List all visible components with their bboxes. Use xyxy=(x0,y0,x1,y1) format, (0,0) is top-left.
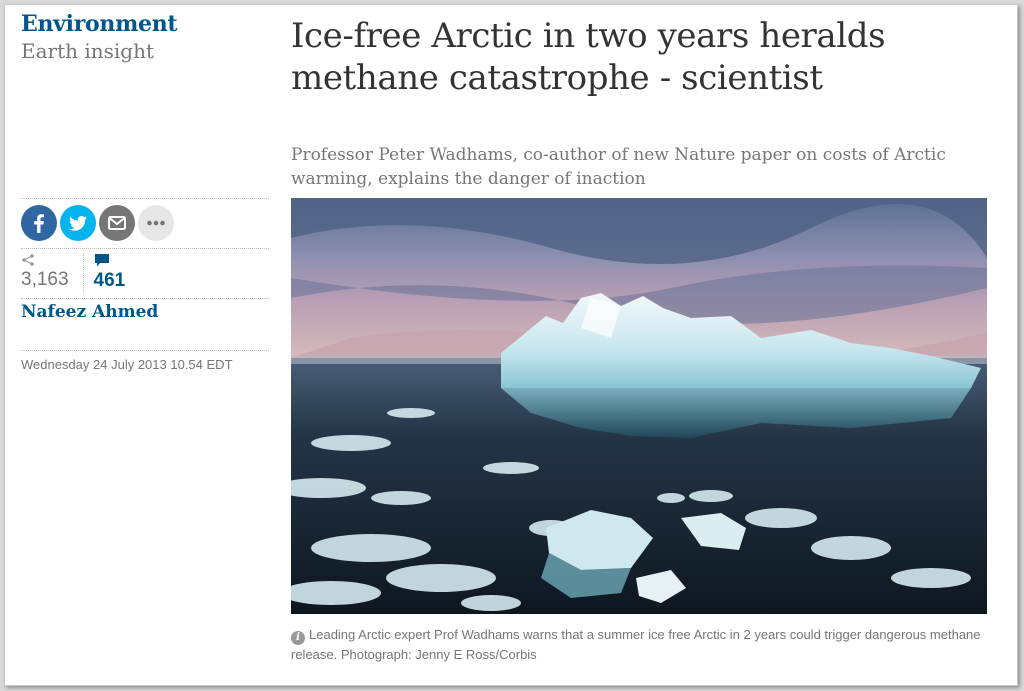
section-link[interactable]: Environment xyxy=(21,11,178,37)
info-icon: i xyxy=(291,631,305,645)
article-standfirst: Professor Peter Wadhams, co-author of ne… xyxy=(291,145,946,189)
comment-count-link[interactable]: 461 xyxy=(82,253,126,292)
divider xyxy=(21,350,269,351)
caption-text: Leading Arctic expert Prof Wadhams warns… xyxy=(291,627,981,662)
article-page: Environment Earth insight Ice-free Arcti… xyxy=(4,4,1018,686)
author-link[interactable]: Nafeez Ahmed xyxy=(21,302,158,322)
comment-count-value: 461 xyxy=(93,270,126,291)
photo-caption: i Leading Arctic expert Prof Wadhams warn… xyxy=(291,625,981,664)
more-share-button[interactable] xyxy=(138,205,174,241)
share-count: 3,163 xyxy=(21,253,69,292)
divider xyxy=(21,248,269,249)
facebook-icon xyxy=(34,214,44,233)
share-icon xyxy=(22,254,34,266)
comment-icon xyxy=(94,254,109,267)
article-photo xyxy=(291,198,987,614)
twitter-share-button[interactable] xyxy=(60,205,96,241)
facebook-share-button[interactable] xyxy=(21,205,57,241)
iceberg-photo xyxy=(291,198,987,614)
publication-date: Wednesday 24 July 2013 10.54 EDT xyxy=(21,357,233,372)
email-share-button[interactable] xyxy=(99,205,135,241)
divider xyxy=(21,198,269,199)
engagement-counts: 3,163 461 xyxy=(21,253,125,292)
email-icon xyxy=(108,216,126,230)
more-icon xyxy=(147,220,165,226)
divider xyxy=(21,298,269,299)
share-count-value: 3,163 xyxy=(21,269,69,290)
series-link[interactable]: Earth insight xyxy=(21,39,154,63)
article-headline: Ice-free Arctic in two years heralds met… xyxy=(291,16,886,98)
share-buttons xyxy=(21,205,174,241)
twitter-icon xyxy=(69,215,87,231)
